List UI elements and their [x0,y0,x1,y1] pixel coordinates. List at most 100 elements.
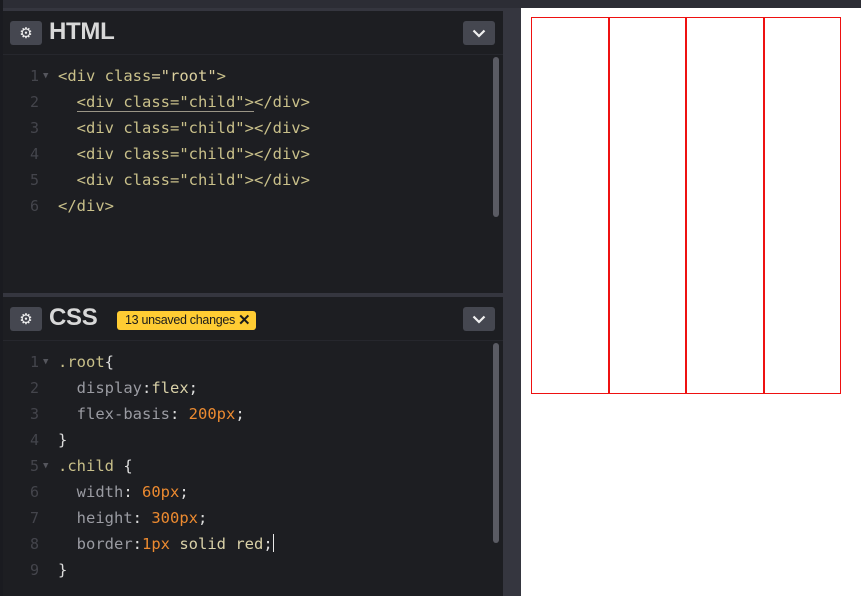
code-token: ="root" [151,67,217,85]
code-token: display [58,379,142,397]
unsaved-changes-text: 13 unsaved changes [125,313,235,327]
code-text: .child { [58,453,133,479]
close-icon[interactable]: ✕ [238,311,251,330]
fold-toggle-icon[interactable]: ▼ [43,453,48,479]
html-editor-header: ⚙ HTML [3,11,503,55]
code-token: <div class="child"></div> [58,119,310,137]
html-settings-button[interactable]: ⚙ [10,21,42,45]
code-text: width: 60px; [58,479,189,505]
code-token: 1px [142,535,170,553]
code-token: .root [58,353,105,371]
fold-toggle-icon[interactable]: ▼ [43,349,48,375]
line-number: 2 [29,93,39,111]
gear-icon: ⚙ [19,24,33,42]
line-number: 7 [29,509,39,527]
code-token: 200px [188,405,236,423]
chevron-down-icon [472,29,486,38]
code-token: : [123,483,142,501]
code-token: { [104,353,115,371]
code-line[interactable]: 5 <div class="child"></div> [3,167,489,193]
css-scrollbar[interactable] [493,343,499,543]
text-cursor [272,534,274,552]
top-strip [0,0,861,8]
code-token: class [104,67,152,85]
code-line[interactable]: 6 width: 60px; [3,479,489,505]
code-line[interactable]: 6 </div> [3,193,489,219]
code-token: } [58,431,68,449]
code-text: <div class="child"></div> [58,167,310,193]
code-token: height [58,509,133,527]
code-text: .root{ [58,349,114,375]
html-editor-title: HTML [49,18,115,45]
code-token: ; [235,405,245,423]
code-token: : [169,405,189,423]
line-number: 1 [29,67,39,85]
code-line[interactable]: 5 ▼ .child { [3,453,489,479]
chevron-down-icon [472,315,486,324]
css-code-area[interactable]: 1 ▼ .root{2 display:flex; 3 flex-basis: 200… [3,349,489,583]
code-token: : [132,509,152,527]
code-token: 60px [142,483,180,501]
code-token: <div class="child"> [76,93,254,112]
css-editor-panel: ⚙ CSS 13 unsaved changes ✕ 1 ▼ .root{2 dis… [3,297,503,596]
line-number: 5 [29,457,39,475]
code-line[interactable]: 3 <div class="child"></div> [3,115,489,141]
code-token: <div [58,67,105,85]
unsaved-changes-badge[interactable]: 13 unsaved changes ✕ [117,311,257,330]
line-number: 4 [29,431,39,449]
line-number: 6 [29,197,39,215]
code-line[interactable]: 9} [3,557,489,583]
code-token: : [132,535,142,553]
html-code-area[interactable]: 1 ▼ <div class="root"> 2 <div class="child"… [3,63,489,219]
preview-child-box [608,17,686,394]
line-number: 9 [29,561,39,579]
preview-child-box [686,17,764,394]
line-number: 1 [29,353,39,371]
code-line[interactable]: 4 <div class="child"></div> [3,141,489,167]
code-text: } [58,427,67,453]
html-editor-panel: ⚙ HTML 1 ▼ <div class="root"> 2 <div class=… [3,11,503,293]
code-line[interactable]: 2 <div class="child"></div> [3,89,489,115]
code-text: <div class="child"></div> [58,141,310,167]
code-line[interactable]: 1 ▼ .root{ [3,349,489,375]
code-line[interactable]: 8 border:1px solid red; [3,531,489,557]
code-line[interactable]: 3 flex-basis: 200px; [3,401,489,427]
code-token: 300px [151,509,198,527]
code-token: : [142,379,152,397]
code-text: display:flex; [58,375,198,401]
css-editor-title: CSS [49,304,98,331]
code-text: <div class="child"></div> [58,89,310,115]
code-token: </div> [253,93,310,111]
code-token: ; [263,535,273,553]
gear-icon: ⚙ [19,310,33,328]
code-token: width [58,483,124,501]
css-editor-header: ⚙ CSS 13 unsaved changes ✕ [3,297,503,341]
code-token: </div> [58,197,114,215]
code-line[interactable]: 4} [3,427,489,453]
line-number: 6 [29,483,39,501]
code-token: > [216,67,227,85]
code-text: flex-basis: 200px; [58,401,245,427]
line-number: 5 [29,171,39,189]
code-token: { [123,457,133,475]
line-number: 3 [29,119,39,137]
fold-toggle-icon[interactable]: ▼ [43,63,48,89]
code-text: height: 300px; [58,505,208,531]
code-line[interactable]: 1 ▼ <div class="root"> [3,63,489,89]
code-text: <div class="root"> [58,63,226,89]
code-token: <div class="child"></div> [58,145,310,163]
code-token: flex-basis [58,405,170,423]
css-collapse-button[interactable] [463,307,495,331]
html-scrollbar[interactable] [493,57,499,217]
code-token: <div class="child"></div> [58,171,310,189]
html-collapse-button[interactable] [463,21,495,45]
code-text: <div class="child"></div> [58,115,310,141]
code-line[interactable]: 2 display:flex; [3,375,489,401]
code-line[interactable]: 7 height: 300px; [3,505,489,531]
code-token: } [58,561,68,579]
preview-child-box [531,17,609,394]
preview-root [531,17,841,394]
css-settings-button[interactable]: ⚙ [10,307,42,331]
code-token: solid red [170,535,264,553]
line-number: 2 [29,379,39,397]
